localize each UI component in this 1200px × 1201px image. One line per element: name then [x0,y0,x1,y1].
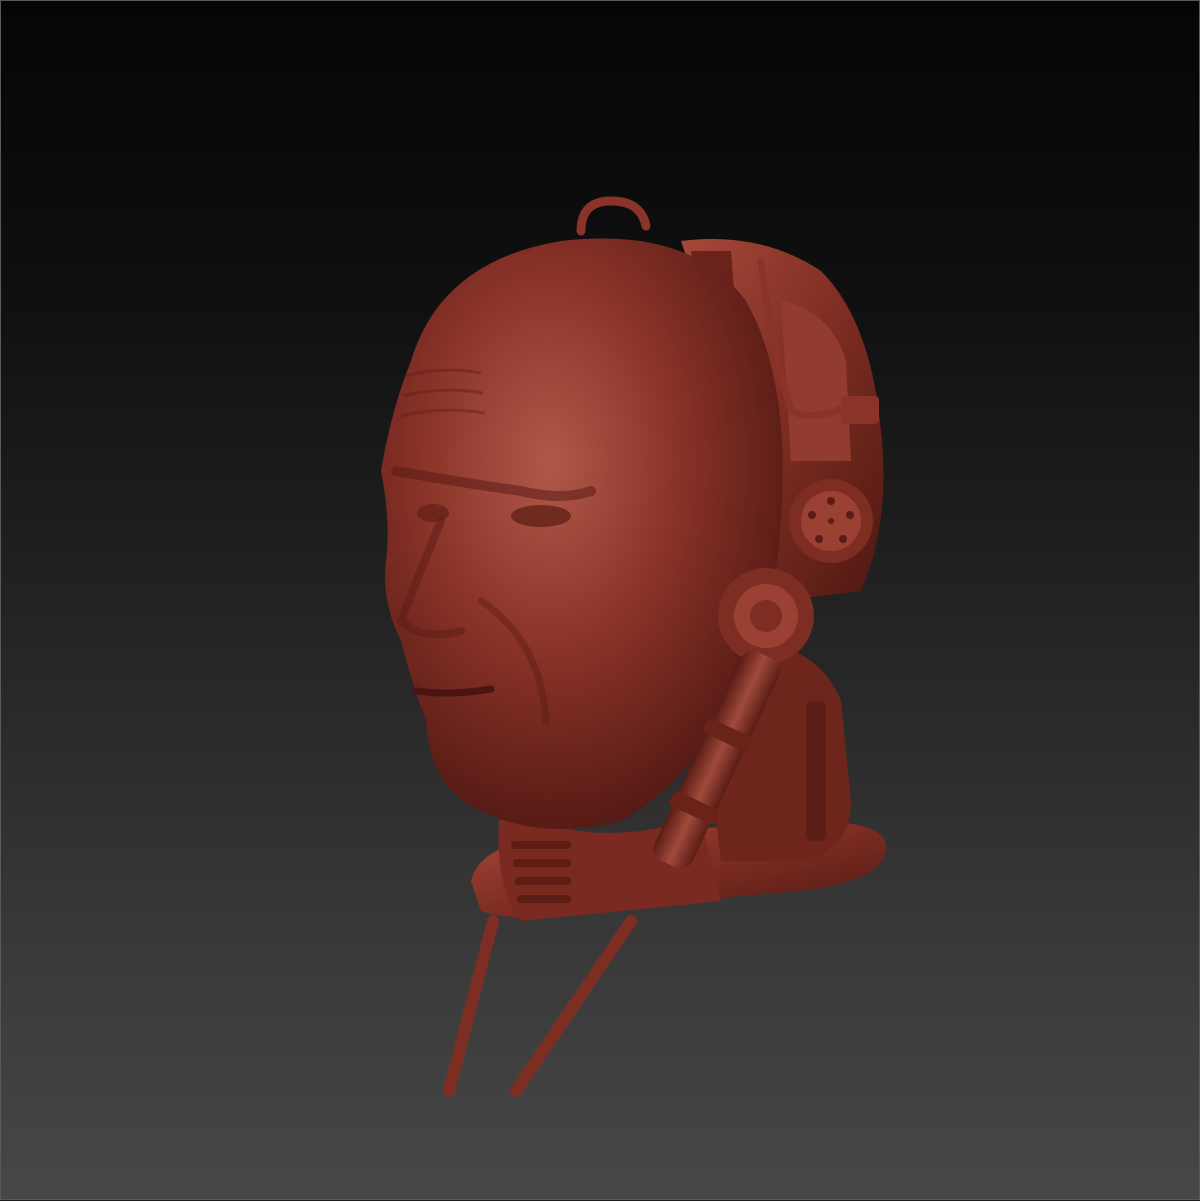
3d-viewport-canvas[interactable] [0,0,1200,1200]
rod-right [510,915,637,1097]
connector-block [841,396,879,424]
top-cable [576,196,651,236]
rod-left [443,915,499,1097]
sculpt-model[interactable] [1,1,1200,1201]
